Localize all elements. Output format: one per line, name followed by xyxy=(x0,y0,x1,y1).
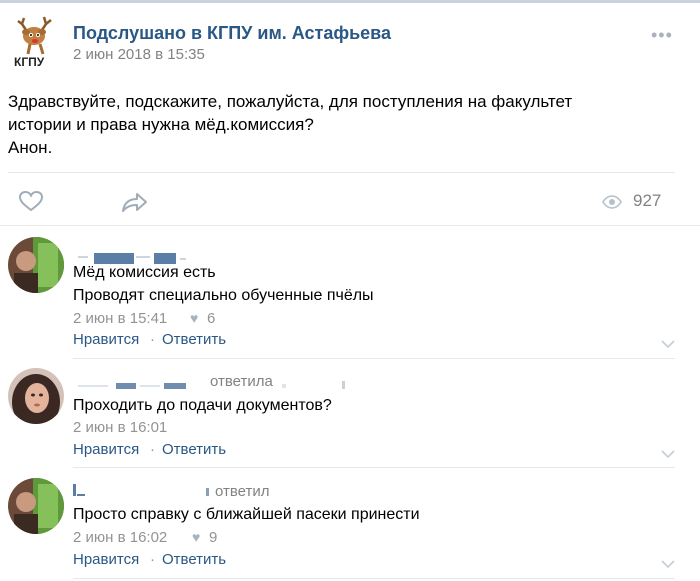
group-avatar[interactable]: КГПУ xyxy=(10,14,60,69)
heart-icon: ♥ xyxy=(190,310,199,326)
comment-divider xyxy=(73,467,675,468)
comment-text-line: Проводят специально обученные пчёлы xyxy=(73,287,374,304)
chevron-down-icon[interactable] xyxy=(660,336,676,354)
top-border xyxy=(0,0,700,3)
comment-divider xyxy=(73,578,675,579)
like-link[interactable]: Нравится xyxy=(73,331,139,348)
comment-text-line: Просто справку с ближайшей пасеки принес… xyxy=(73,506,420,523)
post-body: Здравствуйте, подскажите, пожалуйста, дл… xyxy=(8,90,688,159)
separator-dot: · xyxy=(150,441,155,458)
comment-text-line: Мёд комиссия есть xyxy=(73,264,216,281)
share-icon[interactable] xyxy=(121,191,149,218)
like-link[interactable]: Нравится xyxy=(73,441,139,458)
logo-text: КГПУ xyxy=(14,55,45,68)
reply-to-label: ответил xyxy=(215,483,270,500)
reply-link[interactable]: Ответить xyxy=(162,331,226,348)
comment-timestamp[interactable]: 2 июн в 15:41 xyxy=(73,310,167,327)
comment-divider xyxy=(73,358,675,359)
chevron-down-icon[interactable] xyxy=(660,446,676,464)
blurred-author-name xyxy=(73,484,213,498)
reply-link[interactable]: Ответить xyxy=(162,441,226,458)
more-icon[interactable]: ••• xyxy=(651,26,673,44)
post-timestamp[interactable]: 2 июн 2018 в 15:35 xyxy=(73,46,205,63)
post-text-line: Здравствуйте, подскажите, пожалуйста, дл… xyxy=(8,92,573,111)
reply-to-label: ответила xyxy=(210,373,273,390)
chevron-down-icon[interactable] xyxy=(660,556,676,574)
actions-divider xyxy=(0,225,700,226)
like-count: 6 xyxy=(207,310,216,327)
post-text-line: Анон. xyxy=(8,138,53,157)
avatar[interactable] xyxy=(8,478,64,534)
comment-timestamp[interactable]: 2 июн в 16:01 xyxy=(73,419,167,436)
like-link[interactable]: Нравится xyxy=(73,551,139,568)
blurred-author-name xyxy=(78,378,208,392)
comment-text-line: Проходить до подачи документов? xyxy=(73,397,332,414)
post-text-line: истории и права нужна мёд.комиссия? xyxy=(8,115,314,134)
avatar[interactable] xyxy=(8,368,64,424)
post-divider xyxy=(8,172,675,173)
comment-timestamp[interactable]: 2 июн в 16:02 xyxy=(73,529,167,546)
views-count: 927 xyxy=(633,191,662,210)
heart-icon: ♥ xyxy=(192,529,201,545)
blurred-author-name xyxy=(78,250,208,264)
blurred-reply-name xyxy=(282,378,352,392)
separator-dot: · xyxy=(150,551,155,568)
separator-dot: · xyxy=(150,331,155,348)
heart-icon[interactable] xyxy=(18,190,44,217)
eye-icon xyxy=(602,195,622,214)
group-name-link[interactable]: Подслушано в КГПУ им. Астафьева xyxy=(73,23,391,44)
avatar[interactable] xyxy=(8,237,64,293)
like-count: 9 xyxy=(209,529,218,546)
deer-logo: КГПУ xyxy=(14,16,52,69)
reply-link[interactable]: Ответить xyxy=(162,551,226,568)
